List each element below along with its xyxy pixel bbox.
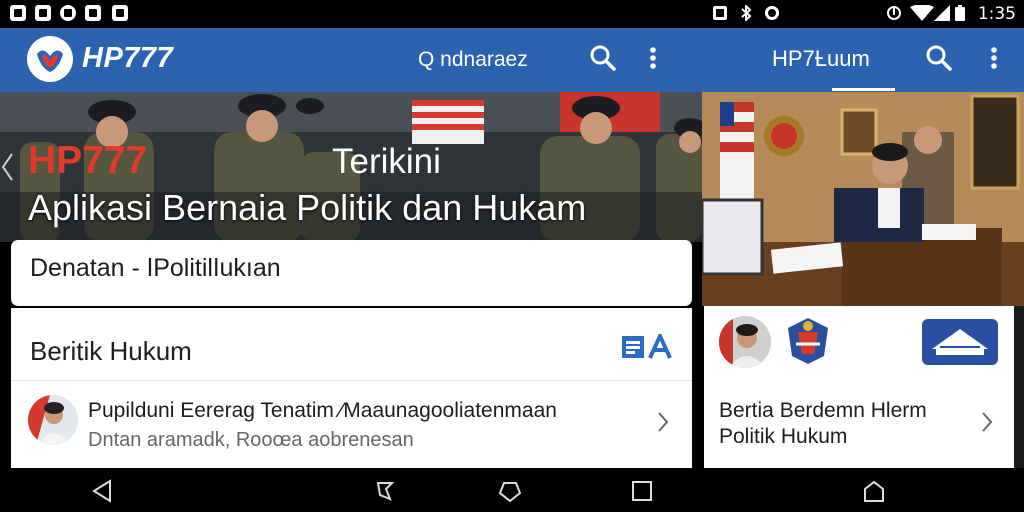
signal-bars-icon [934, 5, 950, 21]
back-icon[interactable] [90, 479, 114, 503]
notification-icon [10, 5, 26, 21]
tab-right-title[interactable]: HP7Ƚuum [772, 46, 870, 72]
right-card-title: Bertia Berdemn Hlerm Politik Hukum [719, 399, 927, 448]
app-bar: HP777 Q ndnaraez HP7Ƚuum [0, 28, 1024, 92]
scroll-edge [1014, 306, 1024, 468]
bluetooth-icon [741, 5, 752, 21]
image-icon [35, 5, 51, 21]
news-item-subtitle: Dntan aramadk, Rooœa aobrenesan [88, 429, 414, 451]
font-size-icon[interactable] [648, 334, 672, 359]
navigation-bar [0, 468, 1024, 512]
back-icon-alt[interactable] [372, 479, 396, 503]
more-vert-icon-right[interactable] [986, 42, 1002, 74]
status-time: 1:35 [977, 4, 1016, 24]
section-card: Beritik Hukum Pupilduni Eererag Tenatim … [11, 308, 692, 468]
signal-icon [887, 6, 901, 20]
hero-subtitle: Aplikasi Bernaia Politik dan Hukam [28, 187, 587, 228]
square-icon [112, 5, 128, 21]
category-card-label: Denatan - ǀPolitilǀukıan [30, 254, 281, 282]
hero-image-right[interactable] [702, 92, 1024, 306]
article-icon[interactable] [622, 336, 644, 358]
app-brand-title: HP777 [82, 42, 174, 74]
hero-title-word: Terikini [332, 142, 441, 181]
tab-indicator [832, 88, 895, 91]
home-icon[interactable] [498, 479, 522, 503]
section-actions [622, 334, 672, 359]
divider [11, 380, 692, 381]
message-icon [60, 5, 76, 21]
shield-icon [85, 5, 101, 21]
alarm-icon [765, 6, 779, 20]
right-news-card[interactable]: Bertia Berdemn Hlerm Politik Hukum [704, 306, 1014, 468]
battery-icon [955, 5, 965, 21]
right-card-avatar [719, 316, 771, 368]
news-item-title[interactable]: Pupilduni Eererag Tenatim ⁄Maaunagooliat… [88, 399, 557, 423]
logo-emblem-icon [37, 50, 63, 72]
search-field[interactable]: Q ndnaraez [418, 48, 528, 72]
category-card[interactable]: Denatan - ǀPolitilǀukıan [11, 240, 692, 306]
person-avatar-icon-right [719, 316, 771, 368]
hero-title-brand: HP777 [28, 139, 148, 182]
status-bar: 1:35 [0, 0, 1024, 28]
app-logo[interactable] [27, 36, 73, 82]
emblem-icon [788, 318, 828, 364]
building-logo-icon [932, 329, 988, 355]
home-icon-right[interactable] [862, 479, 886, 503]
right-card-badge[interactable] [922, 319, 998, 365]
chevron-right-icon[interactable] [657, 411, 669, 433]
chevron-right-icon-right[interactable] [981, 411, 993, 433]
hero-banner[interactable]: HP777 Terikini Aplikasi Bernaia Politik … [0, 92, 702, 242]
cast-icon [713, 6, 727, 20]
search-icon-right[interactable] [924, 42, 954, 74]
carousel-prev-icon[interactable] [0, 152, 14, 182]
section-title: Beritik Hukum [30, 336, 192, 366]
office-scene-image [702, 92, 1024, 306]
recents-icon[interactable] [630, 479, 654, 503]
wifi-icon [910, 5, 934, 21]
more-vert-icon[interactable] [645, 42, 661, 74]
news-item-avatar [28, 395, 78, 445]
search-icon[interactable] [588, 42, 618, 74]
person-avatar-icon [28, 395, 78, 445]
